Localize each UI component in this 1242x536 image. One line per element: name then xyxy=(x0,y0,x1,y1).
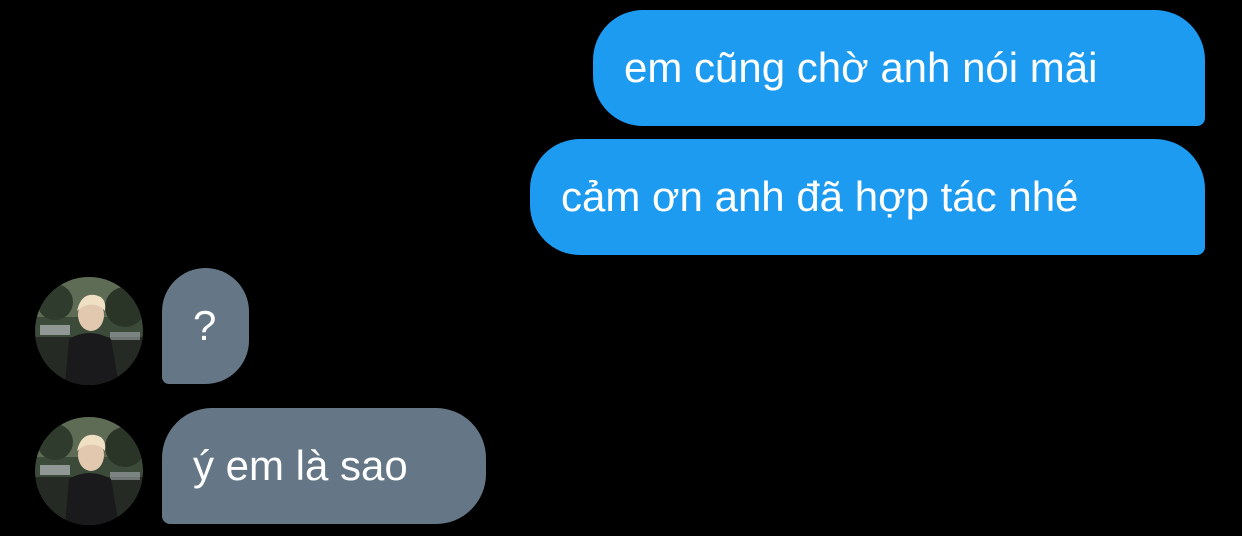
message-bubble-sent[interactable]: cảm ơn anh đã hợp tác nhé xyxy=(530,139,1205,255)
message-text: ý em là sao xyxy=(193,442,408,489)
avatar[interactable] xyxy=(35,277,143,385)
message-bubble-received[interactable]: ý em là sao xyxy=(162,408,486,524)
message-text: em cũng chờ anh nói mãi xyxy=(624,44,1098,91)
message-bubble-sent[interactable]: em cũng chờ anh nói mãi xyxy=(593,10,1205,126)
avatar-photo xyxy=(35,417,143,525)
message-text: ? xyxy=(193,302,217,349)
message-text: cảm ơn anh đã hợp tác nhé xyxy=(561,173,1079,220)
avatar-photo xyxy=(35,277,143,385)
avatar[interactable] xyxy=(35,417,143,525)
message-bubble-received[interactable]: ? xyxy=(162,268,249,384)
chat-thread: em cũng chờ anh nói mãi cảm ơn anh đã hợ… xyxy=(0,0,1242,536)
